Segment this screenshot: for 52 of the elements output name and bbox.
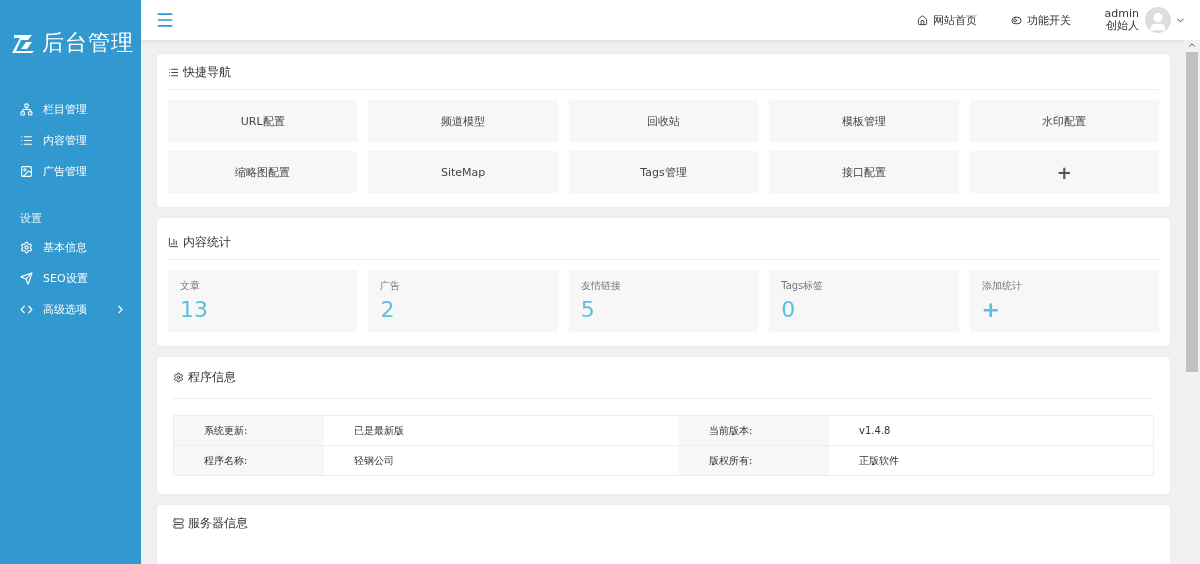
brand-title: 后台管理: [42, 29, 134, 57]
card-title: 程序信息: [188, 369, 236, 386]
nav-button[interactable]: 缩略图配置: [168, 151, 358, 193]
stat-value: 2: [380, 297, 396, 322]
value-cell: 已是最新版: [324, 415, 680, 446]
list-icon: [20, 134, 33, 147]
label-cell: 程序名称:: [173, 445, 324, 476]
value-cell: 轻钢公司: [324, 445, 680, 476]
card-title: 快捷导航: [183, 64, 231, 81]
value-cell: v1.4.8: [829, 415, 1154, 446]
nav-button[interactable]: 接口配置: [769, 151, 959, 193]
nav-button[interactable]: 回收站: [568, 100, 759, 142]
stat-value: +: [981, 297, 1002, 322]
list-icon: [168, 67, 179, 78]
section-heading: 设置: [19, 211, 43, 226]
home-icon: [916, 14, 928, 26]
scroll-up-icon[interactable]: [1187, 40, 1197, 50]
stat-label: 友情链接: [580, 279, 622, 293]
menu-button[interactable]: [155, 10, 175, 30]
card-title: 内容统计: [183, 234, 231, 251]
label-cell: 版权所有:: [679, 445, 830, 476]
settings-icon: [173, 372, 184, 383]
stat-label: 广告: [380, 279, 402, 293]
nav-button[interactable]: 模板管理: [769, 100, 959, 142]
nav-button[interactable]: 水印配置: [969, 100, 1159, 142]
nav-button[interactable]: URL配置: [168, 100, 358, 142]
bar-chart-icon: [168, 237, 179, 248]
code-icon: [20, 303, 33, 316]
stat-value: 5: [580, 297, 596, 322]
value-cell: 正版软件: [829, 445, 1154, 476]
card-title: 服务器信息: [188, 515, 248, 532]
label-cell: 当前版本:: [679, 415, 830, 446]
header-link[interactable]: 网站首页: [916, 12, 977, 28]
user-name: admin: [1104, 8, 1139, 20]
stat-value: 13: [180, 297, 209, 322]
nav-button[interactable]: 频道模型: [368, 100, 558, 142]
settings-icon: [20, 241, 33, 254]
sitemap-icon: [20, 103, 33, 116]
header-link[interactable]: 功能开关: [1010, 12, 1071, 28]
toggle-icon: [1010, 14, 1022, 26]
user-role: 创始人: [1106, 20, 1139, 32]
send-icon: [20, 272, 33, 285]
add-button[interactable]: +: [969, 151, 1159, 193]
stat-label: Tags标签: [781, 279, 825, 293]
nav-button[interactable]: Tags管理: [568, 151, 759, 193]
stat-label: 文章: [180, 279, 201, 293]
stat-label: 添加统计: [981, 279, 1023, 293]
nav-button[interactable]: SiteMap: [368, 151, 558, 193]
server-icon: [173, 518, 184, 529]
image-icon: [20, 165, 33, 178]
label-cell: 系统更新:: [173, 415, 324, 446]
stat-value: 0: [781, 297, 797, 322]
